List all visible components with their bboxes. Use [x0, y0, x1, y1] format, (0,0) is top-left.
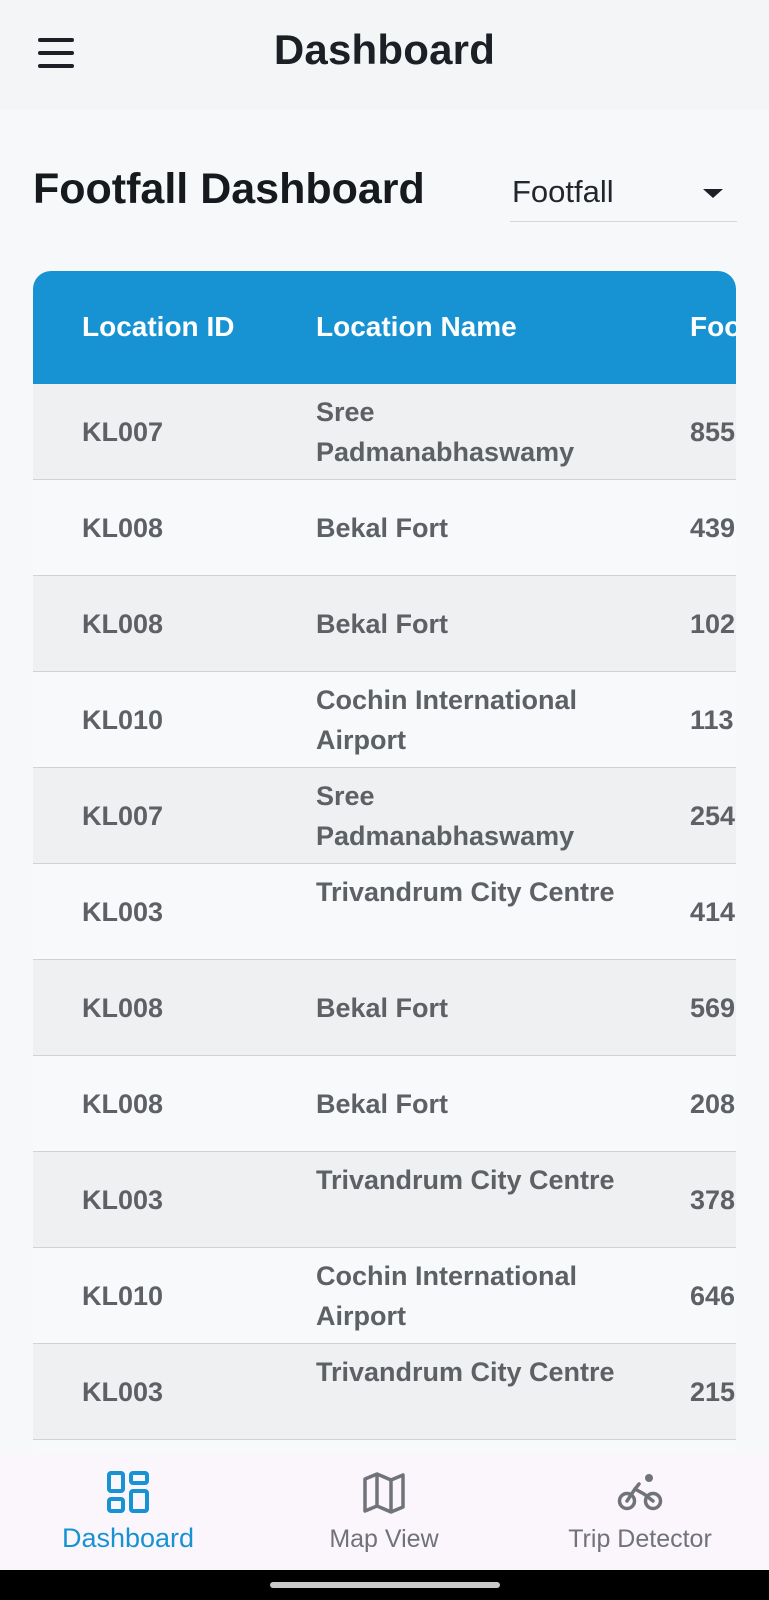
cell-location-id: KL003 — [82, 1377, 164, 1407]
cell-location-id: KL008 — [82, 993, 164, 1023]
cell-footfall: 569 — [690, 993, 736, 1023]
table-row[interactable]: KL010 Cochin International Airport 113 — [33, 672, 736, 768]
metric-dropdown[interactable]: Footfall — [510, 164, 737, 222]
table-header: Location ID Location Name Footfall — [33, 271, 736, 384]
cell-location-name: Trivandrum City Centre — [316, 1165, 615, 1195]
nav-label-dashboard: Dashboard — [61, 1523, 195, 1553]
cell-footfall: 102 — [690, 609, 736, 639]
nav-item-dashboard[interactable]: Dashboard — [0, 1454, 256, 1570]
nav-label-trip-detector: Trip Detector — [568, 1525, 712, 1553]
cell-location-name: Bekal Fort — [316, 513, 449, 543]
cell-location-id: KL003 — [82, 1185, 164, 1215]
nav-item-trip-detector[interactable]: Trip Detector — [512, 1454, 768, 1570]
cell-footfall: 414 — [690, 897, 736, 927]
cell-footfall: 208 — [690, 1089, 736, 1119]
bicycle-icon — [617, 1474, 663, 1511]
table-row[interactable]: KL008 Bekal Fort 208 — [33, 1056, 736, 1152]
cell-footfall: 113 — [690, 705, 734, 735]
cell-location-id: KL008 — [82, 609, 164, 639]
table-row[interactable]: KL008 Bekal Fort 439 — [33, 480, 736, 576]
bottom-navigation: Dashboard Map View Trip Detector — [0, 1454, 769, 1570]
table-row[interactable]: KL003 Trivandrum City Centre 414 — [33, 864, 736, 960]
cell-location-name: Trivandrum City Centre — [316, 1357, 615, 1387]
cell-location-name: Bekal Fort — [316, 1089, 449, 1119]
column-header-location-id[interactable]: Location ID — [82, 311, 234, 343]
table-row[interactable]: KL007 Sree Padmanabhaswamy Temple 855 — [33, 384, 736, 480]
cell-footfall: 215 — [690, 1377, 736, 1407]
cell-location-id: KL003 — [82, 897, 164, 927]
cell-footfall: 646 — [690, 1281, 736, 1311]
cell-footfall: 855 — [690, 417, 736, 447]
dashboard-grid-icon — [107, 1471, 149, 1513]
table-row[interactable]: KL003 Trivandrum City Centre 378 — [33, 1152, 736, 1248]
table-row[interactable]: KL010 Cochin International Airport 646 — [33, 1248, 736, 1344]
column-header-footfall[interactable]: Footfall — [690, 311, 736, 343]
table-row[interactable]: Sree — [33, 1440, 736, 1454]
gesture-handle[interactable] — [270, 1582, 500, 1588]
table-row[interactable]: KL008 Bekal Fort 102 — [33, 576, 736, 672]
cell-location-name: Bekal Fort — [316, 993, 449, 1023]
nav-label-map-view: Map View — [329, 1525, 439, 1553]
cell-location-name: Trivandrum City Centre — [316, 877, 615, 907]
cell-location-name: Sree Padmanabhaswamy Temple — [316, 781, 575, 863]
cell-footfall: 254 — [690, 801, 736, 831]
cell-location-id: KL007 — [82, 801, 164, 831]
cell-location-id: KL008 — [82, 513, 164, 543]
cell-location-name: Sree Padmanabhaswamy Temple — [316, 397, 575, 479]
app-bar-title: Dashboard — [273, 26, 496, 73]
app-bar: Dashboard — [0, 0, 769, 110]
cell-location-id: KL007 — [82, 417, 164, 447]
footfall-table[interactable]: Location ID Location Name Footfall KL007… — [33, 271, 736, 1454]
cell-location-name: Bekal Fort — [316, 609, 449, 639]
column-header-location-name[interactable]: Location Name — [316, 311, 517, 343]
table-row[interactable]: KL003 Trivandrum City Centre 215 — [33, 1344, 736, 1440]
chevron-down-icon — [703, 189, 723, 198]
nav-item-map-view[interactable]: Map View — [256, 1454, 512, 1570]
table-body: KL007 Sree Padmanabhaswamy Temple 855 KL008… — [33, 384, 736, 1454]
map-icon — [363, 1472, 405, 1514]
cell-footfall: 439 — [690, 513, 736, 543]
cell-location-id: KL010 — [82, 1281, 164, 1311]
cell-location-name: Cochin International Airport — [316, 1261, 578, 1331]
table-row[interactable]: KL008 Bekal Fort 569 — [33, 960, 736, 1056]
dropdown-selected-value: Footfall — [512, 174, 614, 209]
cell-location-id: KL010 — [82, 705, 164, 735]
cell-location-name: Cochin International Airport — [316, 685, 578, 755]
page-title: Footfall Dashboard — [33, 165, 425, 213]
table-row[interactable]: KL007 Sree Padmanabhaswamy Temple 254 — [33, 768, 736, 864]
cell-footfall: 378 — [690, 1185, 736, 1215]
cell-location-id: KL008 — [82, 1089, 164, 1119]
